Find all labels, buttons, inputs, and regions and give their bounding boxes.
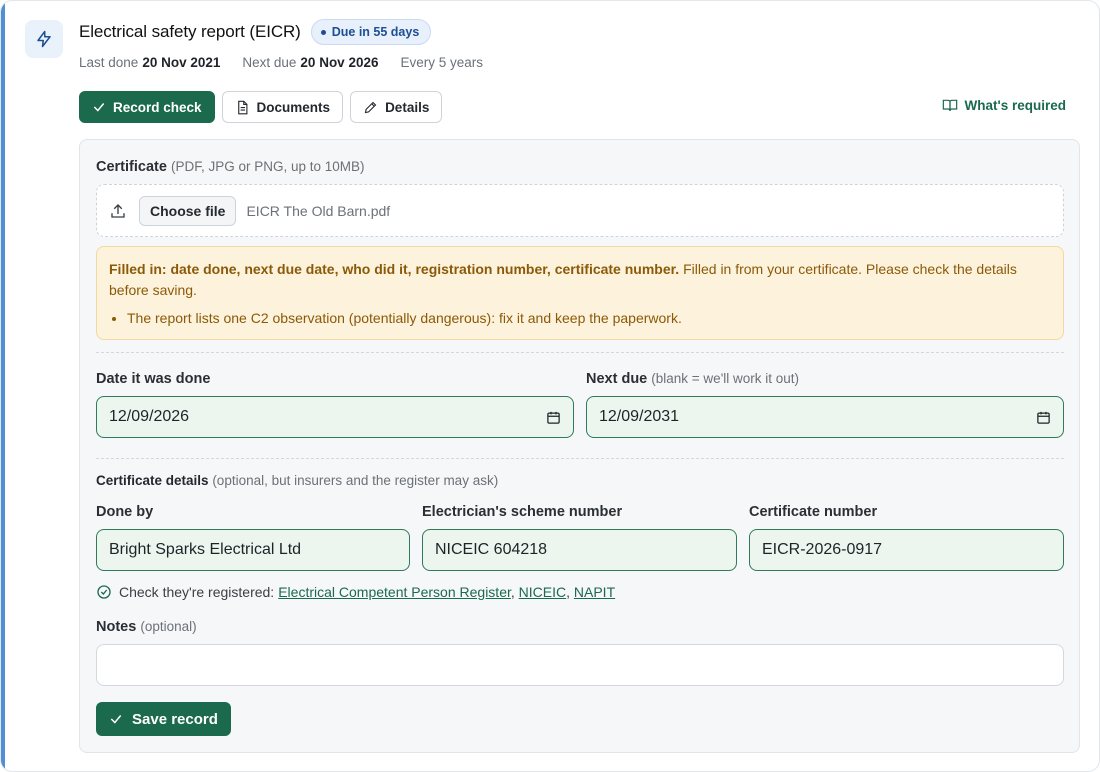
pencil-icon — [364, 101, 377, 113]
due-status-badge: Due in 55 days — [310, 19, 432, 45]
details-label: Details — [385, 99, 430, 115]
documents-label: Documents — [256, 99, 331, 115]
next-due-label: Next due — [242, 55, 297, 70]
check-icon — [93, 103, 105, 112]
action-toolbar: Record check Documents Details — [79, 91, 443, 123]
notice-list-item: The report lists one C2 observation (pot… — [127, 308, 1051, 329]
last-done-value: 20 Nov 2021 — [142, 55, 221, 70]
date-done-input[interactable]: 12/09/2026 — [96, 396, 574, 438]
header-title-row: Electrical safety report (EICR) Due in 5… — [79, 19, 432, 45]
schedule-meta: Last done 20 Nov 2021 Next due 20 Nov 2026… — [79, 55, 483, 70]
date-done-label: Date it was done — [96, 371, 211, 387]
next-due-value: 12/09/2031 — [599, 408, 680, 425]
badge-dot-icon — [320, 29, 326, 35]
done-by-input[interactable]: Bright Sparks Electrical Ltd — [96, 529, 410, 571]
date-done-value: 12/09/2026 — [109, 408, 190, 425]
notes-label: Notes (optional) — [96, 619, 197, 635]
last-done-meta: Last done 20 Nov 2021 — [79, 55, 220, 70]
record-check-label: Record check — [113, 99, 202, 115]
whats-required-link[interactable]: What's required — [942, 97, 1066, 113]
notes-label-text: Notes — [96, 619, 137, 635]
section-divider — [96, 458, 1064, 459]
napit-link[interactable]: NAPIT — [574, 584, 615, 600]
certificate-label-text: Certificate — [96, 159, 167, 175]
scheme-number-label: Electrician's scheme number — [422, 504, 623, 520]
notes-input[interactable] — [96, 644, 1064, 686]
next-due-label-text: Next due — [586, 371, 648, 387]
selected-file-name: EICR The Old Barn.pdf — [246, 202, 391, 219]
certificate-details-hint: (optional, but insurers and the register… — [212, 473, 499, 488]
registration-prefix: Check they're registered: — [119, 584, 275, 600]
niceic-link[interactable]: NICEIC — [519, 584, 566, 600]
whats-required-label: What's required — [964, 97, 1066, 113]
next-due-value: 20 Nov 2026 — [300, 55, 379, 70]
next-due-hint: (blank = we'll work it out) — [651, 371, 800, 386]
compliance-item-card: Electrical safety report (EICR) Due in 5… — [0, 0, 1100, 772]
documents-button[interactable]: Documents — [221, 91, 344, 123]
check-circle-icon — [97, 585, 111, 599]
register-links: Electrical Competent Person Register, NI… — [278, 584, 616, 600]
certificate-number-label: Certificate number — [749, 504, 878, 520]
certificate-label: Certificate (PDF, JPG or PNG, up to 10MB… — [96, 159, 365, 175]
last-done-label: Last done — [79, 55, 139, 70]
certificate-number-value: EICR-2026-0917 — [762, 541, 883, 558]
save-record-label: Save record — [132, 710, 218, 728]
next-due-field-label: Next due (blank = we'll work it out) — [586, 371, 799, 387]
record-check-button[interactable]: Record check — [79, 91, 215, 123]
certificate-number-input[interactable]: EICR-2026-0917 — [749, 529, 1064, 571]
save-record-button[interactable]: Save record — [96, 702, 231, 736]
certificate-hint: (PDF, JPG or PNG, up to 10MB) — [170, 159, 365, 174]
ecp-register-link[interactable]: Electrical Competent Person Register — [278, 584, 511, 600]
scheme-number-value: NICEIC 604218 — [435, 541, 548, 558]
certificate-details-title: Certificate details — [96, 473, 209, 488]
frequency-meta: Every 5 years — [400, 55, 484, 70]
notice-summary: Filled in: date done, next due date, who… — [109, 259, 1051, 301]
card-accent-bar — [1, 1, 5, 771]
next-due-meta: Next due 20 Nov 2026 — [242, 55, 378, 70]
done-by-value: Bright Sparks Electrical Ltd — [109, 541, 302, 558]
next-due-input[interactable]: 12/09/2031 — [586, 396, 1064, 438]
calendar-icon[interactable] — [546, 410, 561, 425]
due-badge-text: Due in 55 days — [331, 25, 420, 39]
check-icon — [110, 715, 122, 724]
notice-bold-text: Filled in: date done, next due date, who… — [109, 261, 680, 277]
upload-icon — [111, 203, 125, 218]
open-book-icon — [942, 99, 957, 112]
scheme-number-input[interactable]: NICEIC 604218 — [422, 529, 737, 571]
document-icon — [237, 100, 247, 114]
done-by-label: Done by — [96, 504, 154, 520]
certificate-details-heading: Certificate details (optional, but insur… — [96, 473, 498, 488]
choose-file-button[interactable]: Choose file — [139, 195, 237, 226]
page-title: Electrical safety report (EICR) — [79, 22, 301, 41]
certificate-upload-dropzone[interactable]: Choose file EICR The Old Barn.pdf — [96, 184, 1064, 237]
autofill-notice: Filled in: date done, next due date, who… — [96, 246, 1064, 340]
calendar-icon[interactable] — [1036, 410, 1051, 425]
details-button[interactable]: Details — [350, 91, 443, 123]
registration-check-row: Check they're registered: Electrical Com… — [96, 584, 615, 600]
record-check-form: Certificate (PDF, JPG or PNG, up to 10MB… — [79, 139, 1080, 753]
section-divider — [96, 352, 1064, 353]
notice-list: The report lists one C2 observation (pot… — [109, 308, 1051, 329]
notes-hint: (optional) — [140, 619, 197, 634]
electricity-bolt-icon — [25, 20, 63, 58]
